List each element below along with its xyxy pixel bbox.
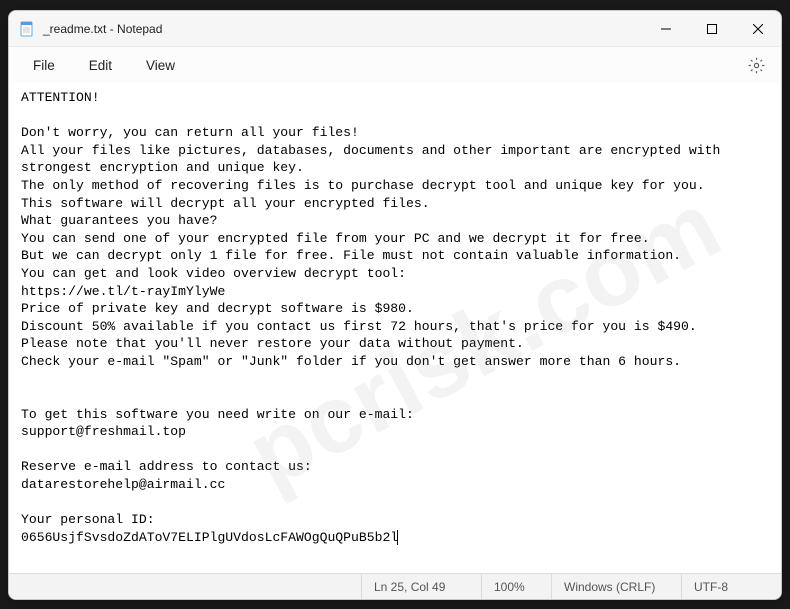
text-area[interactable]: ATTENTION! Don't worry, you can return a… bbox=[9, 83, 781, 573]
notepad-window: _readme.txt - Notepad File Edit View bbox=[8, 10, 782, 600]
text-caret bbox=[397, 530, 398, 545]
menu-view[interactable]: View bbox=[132, 53, 189, 78]
settings-button[interactable] bbox=[742, 51, 771, 80]
close-button[interactable] bbox=[735, 11, 781, 46]
status-position: Ln 25, Col 49 bbox=[361, 574, 481, 599]
status-encoding: UTF-8 bbox=[681, 574, 781, 599]
document-text: ATTENTION! Don't worry, you can return a… bbox=[21, 90, 728, 545]
status-line-ending: Windows (CRLF) bbox=[551, 574, 681, 599]
menu-edit[interactable]: Edit bbox=[75, 53, 126, 78]
status-zoom: 100% bbox=[481, 574, 551, 599]
menu-file[interactable]: File bbox=[19, 53, 69, 78]
statusbar: Ln 25, Col 49 100% Windows (CRLF) UTF-8 bbox=[9, 573, 781, 599]
minimize-button[interactable] bbox=[643, 11, 689, 46]
titlebar: _readme.txt - Notepad bbox=[9, 11, 781, 47]
menubar: File Edit View bbox=[9, 47, 781, 83]
notepad-icon bbox=[19, 21, 35, 37]
maximize-button[interactable] bbox=[689, 11, 735, 46]
window-title: _readme.txt - Notepad bbox=[43, 22, 643, 36]
window-controls bbox=[643, 11, 781, 46]
